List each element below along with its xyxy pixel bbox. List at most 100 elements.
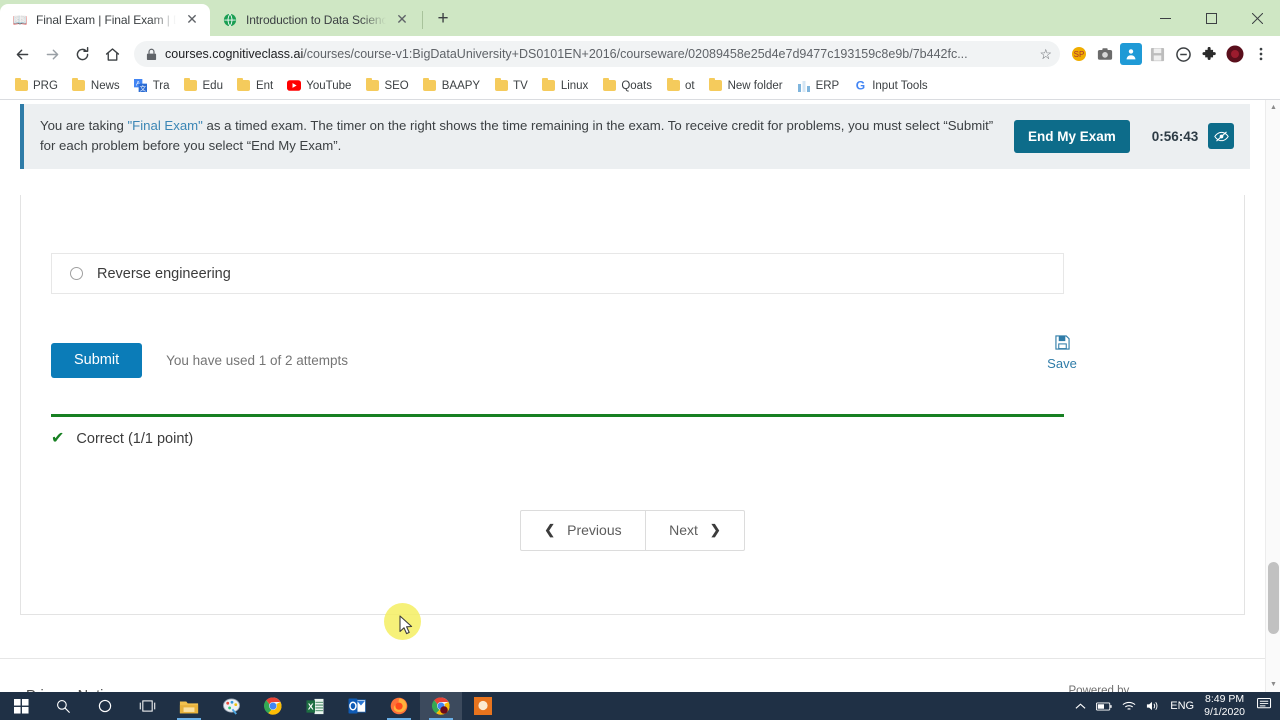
bookmark-news[interactable]: News <box>66 76 126 96</box>
bookmark-tv[interactable]: TV <box>488 76 534 96</box>
scroll-up-arrow[interactable]: ▲ <box>1269 104 1278 111</box>
notification-icon[interactable] <box>1257 697 1272 714</box>
file-explorer-icon[interactable] <box>168 692 210 720</box>
bookmark-ent[interactable]: Ent <box>231 76 279 96</box>
google-icon: G <box>853 79 867 93</box>
forward-arrow-icon[interactable] <box>38 40 66 68</box>
bookmark-linux[interactable]: Linux <box>536 76 595 96</box>
feedback-text: Correct (1/1 point) <box>76 430 194 447</box>
close-icon[interactable]: ✕ <box>184 12 200 28</box>
check-icon: ✔ <box>51 429 65 447</box>
bookmark-label: Input Tools <box>872 79 928 92</box>
page-scrollbar[interactable]: ▲ ▼ <box>1265 100 1280 692</box>
powered-by-label: Powered by <box>1068 685 1130 692</box>
previous-button[interactable]: ❮ Previous <box>521 511 645 550</box>
bookmark-erp[interactable]: ERP <box>791 76 846 96</box>
extension-sp-icon[interactable]: SP <box>1068 43 1090 65</box>
bookmark-seo[interactable]: SEO <box>359 76 414 96</box>
tab-title: Introduction to Data Science - C <box>246 13 386 27</box>
answer-choice-reverse-engineering[interactable]: Reverse engineering <box>51 253 1064 294</box>
save-button[interactable]: Save <box>1032 335 1092 371</box>
chrome-window-active-icon[interactable] <box>420 692 462 720</box>
tab-final-exam[interactable]: 📖 Final Exam | Final Exam | DS0101 ✕ <box>0 4 210 36</box>
folder-icon <box>72 78 86 93</box>
star-icon[interactable]: ☆ <box>1039 46 1052 63</box>
back-arrow-icon[interactable] <box>8 40 36 68</box>
excel-icon[interactable]: X <box>294 692 336 720</box>
language-indicator[interactable]: ENG <box>1170 700 1194 712</box>
bookmark-label: News <box>90 79 120 92</box>
next-button[interactable]: Next ❯ <box>644 510 744 550</box>
browser-window: 📖 Final Exam | Final Exam | DS0101 ✕ Int… <box>0 0 1280 692</box>
new-tab-button[interactable]: + <box>429 5 457 33</box>
tab-intro-data-science[interactable]: Introduction to Data Science - C ✕ <box>210 4 420 36</box>
battery-icon[interactable] <box>1096 701 1112 712</box>
submit-button[interactable]: Submit <box>51 343 143 378</box>
bookmark-edu[interactable]: Edu <box>178 76 229 96</box>
final-exam-link[interactable]: "Final Exam" <box>128 118 203 133</box>
chevron-up-icon[interactable] <box>1075 702 1086 711</box>
bookmark-label: Tra <box>152 79 170 92</box>
clock[interactable]: 8:49 PM 9/1/2020 <box>1204 693 1245 719</box>
save-to-pocket-icon[interactable] <box>1120 43 1142 65</box>
attempts-text: You have used 1 of 2 attempts <box>166 352 349 368</box>
url-path: /courses/course-v1:BigDataUniversity+DS0… <box>303 47 968 61</box>
bookmark-label: ot <box>685 79 695 92</box>
wifi-icon[interactable] <box>1122 701 1136 712</box>
chrome-icon[interactable] <box>252 692 294 720</box>
window-controls <box>1142 0 1280 36</box>
bookmark-tra[interactable]: A 文 Tra <box>128 76 176 96</box>
problem-card-inner: Reverse engineering Submit You have used… <box>21 253 1244 551</box>
outlook-icon[interactable] <box>336 692 378 720</box>
sequence-navigation: ❮ Previous Next ❯ <box>520 509 745 551</box>
end-my-exam-button[interactable]: End My Exam <box>1014 119 1130 153</box>
maximize-icon[interactable] <box>1188 2 1234 34</box>
scroll-down-arrow[interactable]: ▼ <box>1269 681 1278 688</box>
save-label: Save <box>1047 356 1077 371</box>
folder-icon <box>14 78 28 93</box>
close-icon[interactable]: ✕ <box>394 12 410 28</box>
bookmark-qoats[interactable]: Qoats <box>596 76 658 96</box>
bookmark-youtube[interactable]: YouTube <box>281 76 357 96</box>
paint-icon[interactable] <box>210 692 252 720</box>
bookmark-ot[interactable]: ot <box>660 76 701 96</box>
profile-avatar[interactable] <box>1224 43 1246 65</box>
bookmark-label: TV <box>513 79 528 92</box>
eye-hidden-icon[interactable] <box>1208 123 1235 150</box>
tab-strip: 📖 Final Exam | Final Exam | DS0101 ✕ Int… <box>0 0 1280 36</box>
bookmark-new-folder[interactable]: New folder <box>703 76 789 96</box>
previous-label: Previous <box>567 522 622 538</box>
puzzle-icon[interactable] <box>1198 43 1220 65</box>
bookmark-label: SEO <box>384 79 409 92</box>
bookmark-input-tools[interactable]: G Input Tools <box>847 76 933 96</box>
search-icon[interactable] <box>42 692 84 720</box>
speaker-icon[interactable] <box>1146 700 1160 712</box>
bookmark-baapy[interactable]: BAAPY <box>417 76 486 96</box>
start-button[interactable] <box>0 692 42 720</box>
camera-icon[interactable] <box>1094 43 1116 65</box>
bookmark-prg[interactable]: PRG <box>8 76 64 96</box>
address-bar[interactable]: courses.cognitiveclass.ai/courses/course… <box>134 41 1060 67</box>
scrollbar-thumb[interactable] <box>1268 562 1279 634</box>
vlc-icon[interactable] <box>462 692 504 720</box>
floppy-icon[interactable] <box>1146 43 1168 65</box>
folder-icon <box>237 78 251 93</box>
menu-kebab-icon[interactable] <box>1250 43 1272 65</box>
bookmark-label: New folder <box>727 79 783 92</box>
chevron-left-icon: ❮ <box>544 522 556 537</box>
firefox-icon[interactable] <box>378 692 420 720</box>
cortana-circle-icon[interactable] <box>84 692 126 720</box>
svg-text:SP: SP <box>1074 50 1085 59</box>
radio-button-icon[interactable] <box>70 267 83 280</box>
reload-icon[interactable] <box>68 40 96 68</box>
bookmark-label: Edu <box>202 79 223 92</box>
adblock-icon[interactable] <box>1172 43 1194 65</box>
minimize-icon[interactable] <box>1142 2 1188 34</box>
close-icon[interactable] <box>1234 2 1280 34</box>
folder-icon <box>184 78 198 93</box>
book-icon: 📖 <box>12 13 28 27</box>
task-view-icon[interactable] <box>126 692 168 720</box>
bookmark-label: YouTube <box>306 79 352 92</box>
home-icon[interactable] <box>98 40 126 68</box>
bookmark-label: Ent <box>255 79 274 92</box>
